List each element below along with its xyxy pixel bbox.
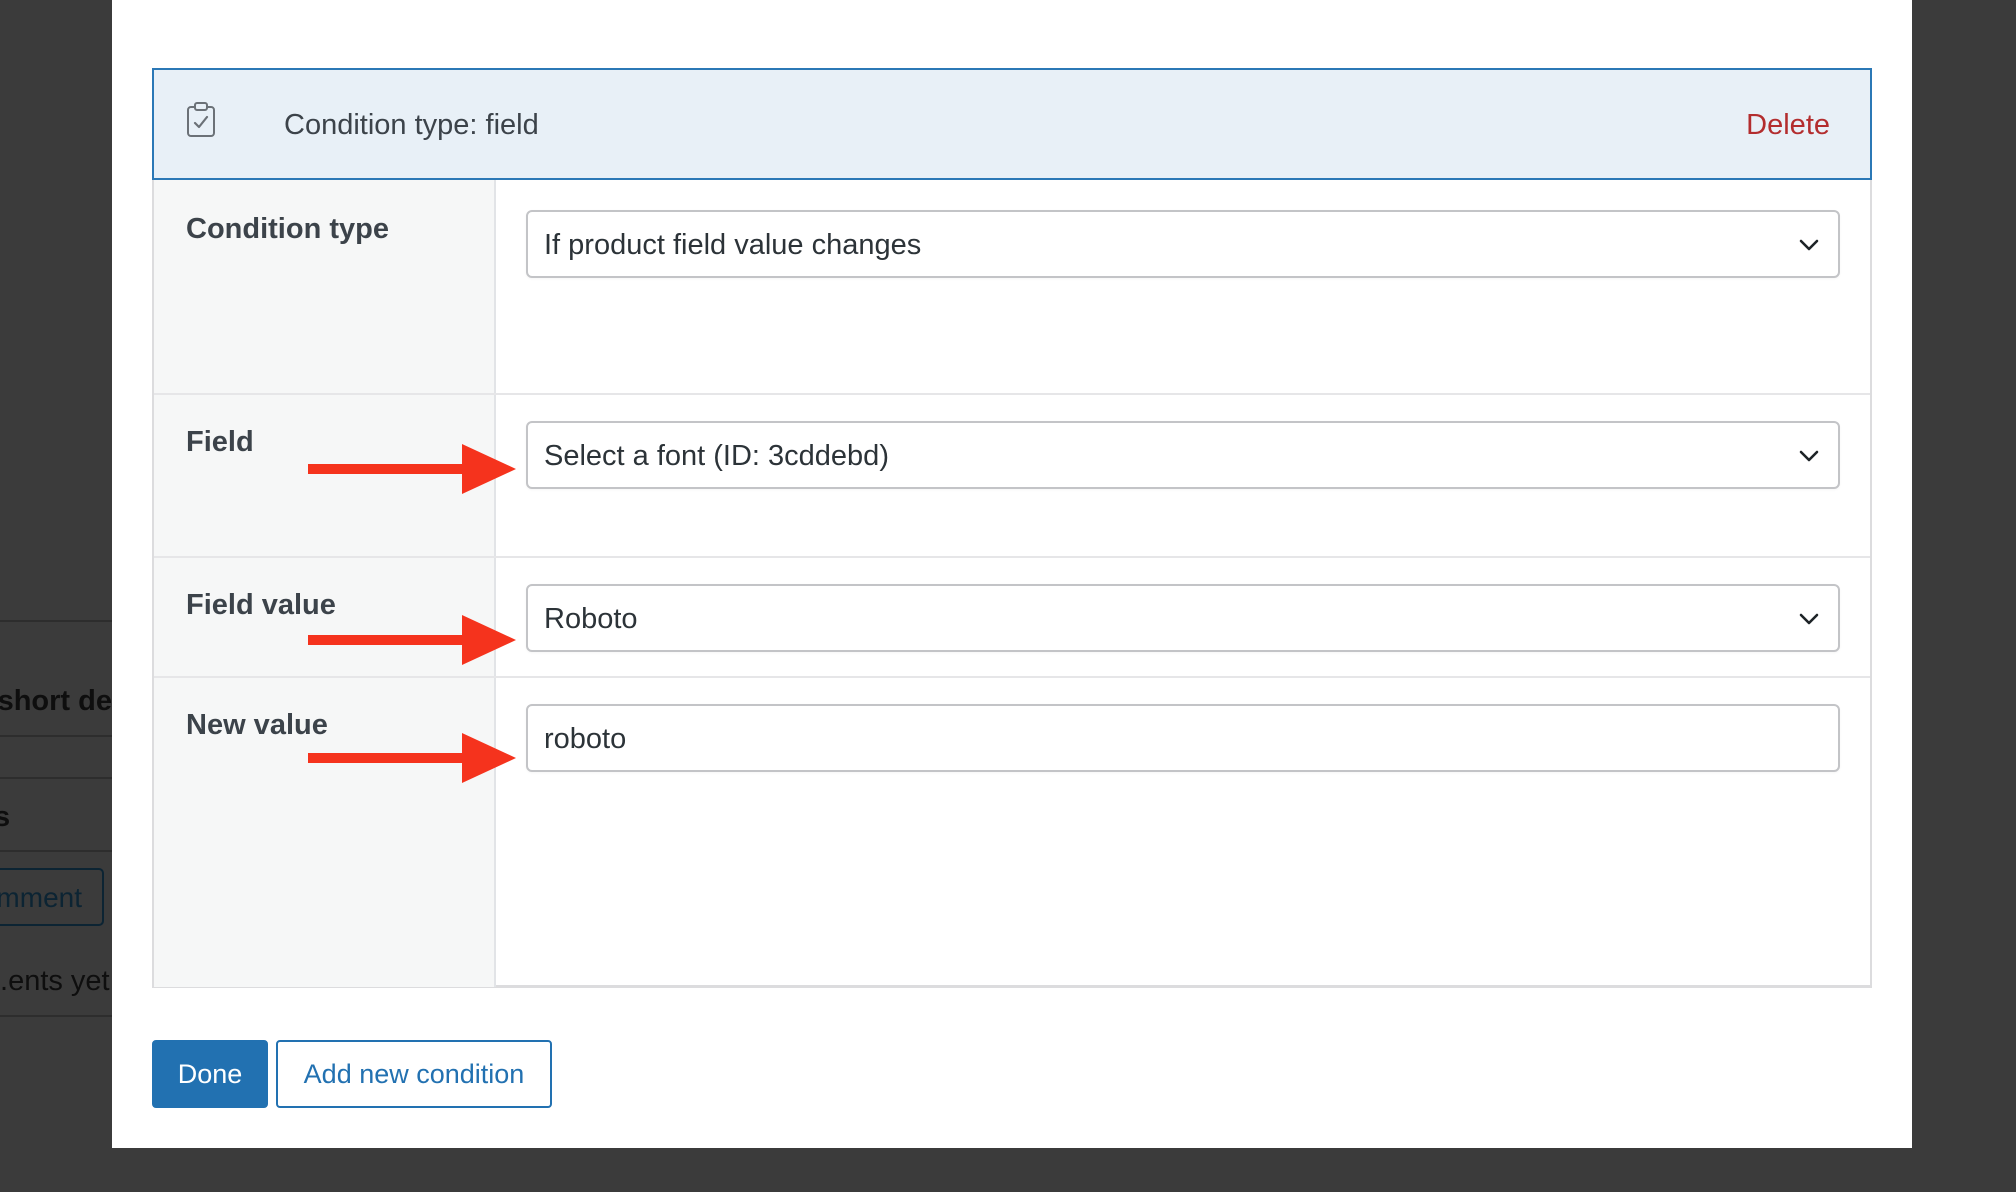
- background-heading: short de: [0, 685, 112, 717]
- field-value-select[interactable]: Roboto: [526, 584, 1840, 652]
- divider: [0, 850, 112, 852]
- row-label-cell: New value: [154, 678, 496, 987]
- add-new-condition-button[interactable]: Add new condition: [276, 1040, 552, 1108]
- new-value-input[interactable]: roboto: [526, 704, 1840, 772]
- background-comment-button[interactable]: mment: [0, 868, 104, 926]
- row-field-cell: Roboto: [496, 558, 1870, 678]
- annotation-arrow: [308, 444, 516, 494]
- field-value-select-value: Roboto: [544, 603, 638, 635]
- condition-form: Condition type If product field value ch…: [152, 180, 1872, 988]
- background-label: s: [0, 801, 11, 833]
- row-field-cell: If product field value changes: [496, 180, 1870, 393]
- condition-type-select[interactable]: If product field value changes: [526, 210, 1840, 278]
- condition-modal: Condition type: field Delete Condition t…: [112, 0, 1912, 1148]
- row-field-cell: roboto: [496, 678, 1870, 987]
- field-label: Field: [186, 426, 254, 458]
- condition-title: Condition type: field: [284, 109, 539, 141]
- annotation-arrow: [308, 615, 516, 665]
- field-select-value: Select a font (ID: 3cddebd): [544, 440, 889, 472]
- background-text: ents yet.: [0, 965, 110, 997]
- background-comment-button-label: mment: [0, 882, 82, 913]
- divider: [0, 777, 112, 779]
- chevron-down-icon: [1799, 239, 1819, 251]
- new-value-label: New value: [186, 709, 328, 741]
- form-row-new-value: New value roboto: [154, 676, 1870, 987]
- row-label-cell: Condition type: [154, 180, 496, 393]
- divider: [0, 620, 112, 622]
- field-select[interactable]: Select a font (ID: 3cddebd): [526, 421, 1840, 489]
- condition-type-label: Condition type: [186, 213, 389, 245]
- delete-link[interactable]: Delete: [1746, 108, 1830, 142]
- divider: [0, 1015, 112, 1017]
- form-row-condition-type: Condition type If product field value ch…: [154, 180, 1870, 393]
- clipboard-check-icon: [187, 102, 215, 137]
- new-value-input-value: roboto: [544, 723, 627, 755]
- chevron-down-icon: [1799, 450, 1819, 462]
- divider: [0, 735, 112, 737]
- row-field-cell: Select a font (ID: 3cddebd): [496, 395, 1870, 558]
- condition-header: Condition type: field Delete: [152, 68, 1872, 180]
- annotation-arrow: [308, 733, 516, 783]
- chevron-down-icon: [1799, 613, 1819, 625]
- condition-type-select-value: If product field value changes: [544, 229, 922, 261]
- done-button[interactable]: Done: [152, 1040, 268, 1108]
